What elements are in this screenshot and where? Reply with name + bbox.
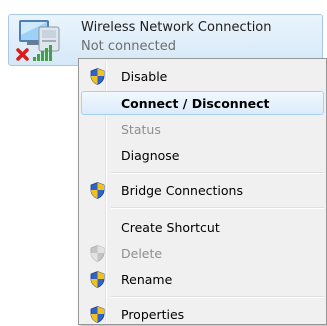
menu-item-label: Rename (121, 272, 173, 287)
context-menu: Disable Connect / Disconnect Status Diag… (78, 58, 327, 325)
wireless-adapter-icon (16, 20, 60, 61)
connection-status: Not connected (81, 39, 176, 54)
shield-icon (90, 182, 105, 199)
menu-item-disable[interactable]: Disable (81, 64, 324, 88)
shield-icon-disabled (90, 245, 105, 262)
shield-icon (90, 306, 105, 323)
menu-item-rename[interactable]: Rename (81, 267, 324, 291)
menu-item-label: Delete (121, 246, 163, 261)
menu-separator (111, 172, 324, 174)
menu-item-connect-disconnect[interactable]: Connect / Disconnect (81, 91, 324, 115)
menu-item-diagnose[interactable]: Diagnose (81, 143, 324, 167)
shield-icon (90, 271, 105, 288)
shield-icon (90, 68, 105, 85)
menu-item-label: Disable (121, 69, 168, 84)
menu-item-label: Status (121, 122, 161, 137)
menu-item-properties[interactable]: Properties (81, 302, 324, 326)
menu-separator (111, 296, 324, 298)
menu-item-create-shortcut[interactable]: Create Shortcut (81, 215, 324, 239)
red-x-icon (16, 48, 29, 61)
menu-separator (111, 207, 324, 209)
menu-item-delete[interactable]: Delete (81, 241, 324, 265)
menu-item-label: Properties (121, 307, 185, 322)
menu-item-bridge-connections[interactable]: Bridge Connections (81, 178, 324, 202)
menu-item-label: Diagnose (121, 148, 180, 163)
menu-item-label: Bridge Connections (121, 183, 243, 198)
menu-item-label: Create Shortcut (121, 220, 220, 235)
menu-item-status[interactable]: Status (81, 117, 324, 141)
menu-item-label: Connect / Disconnect (121, 96, 270, 111)
connection-name: Wireless Network Connection (81, 20, 272, 35)
